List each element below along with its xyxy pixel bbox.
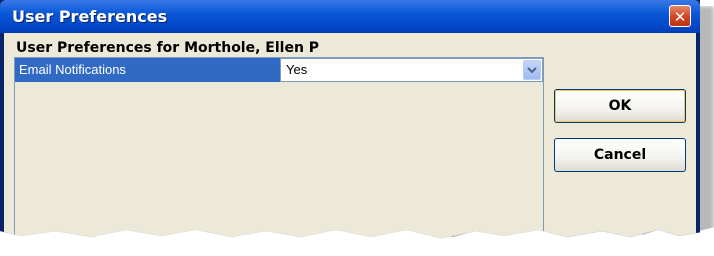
preference-value-select[interactable]: Yes [280,58,543,82]
dropdown-button[interactable] [523,60,541,80]
close-button[interactable]: ✕ [669,5,691,27]
cancel-button[interactable]: Cancel [554,138,686,172]
preference-value: Yes [286,62,308,77]
ok-button[interactable]: OK [554,89,686,123]
preferences-grid: Email Notifications Yes [14,57,544,239]
title-bar[interactable]: User Preferences ✕ [0,0,700,33]
preference-row-email-notifications[interactable]: Email Notifications Yes [15,58,543,82]
dialog-window: User Preferences ✕ User Preferences for … [0,0,700,239]
close-icon: ✕ [673,8,687,26]
window-title: User Preferences [12,7,168,26]
preference-label[interactable]: Email Notifications [15,58,280,82]
dialog-heading: User Preferences for Morthole, Ellen P [16,40,320,56]
chevron-down-icon [527,67,537,74]
